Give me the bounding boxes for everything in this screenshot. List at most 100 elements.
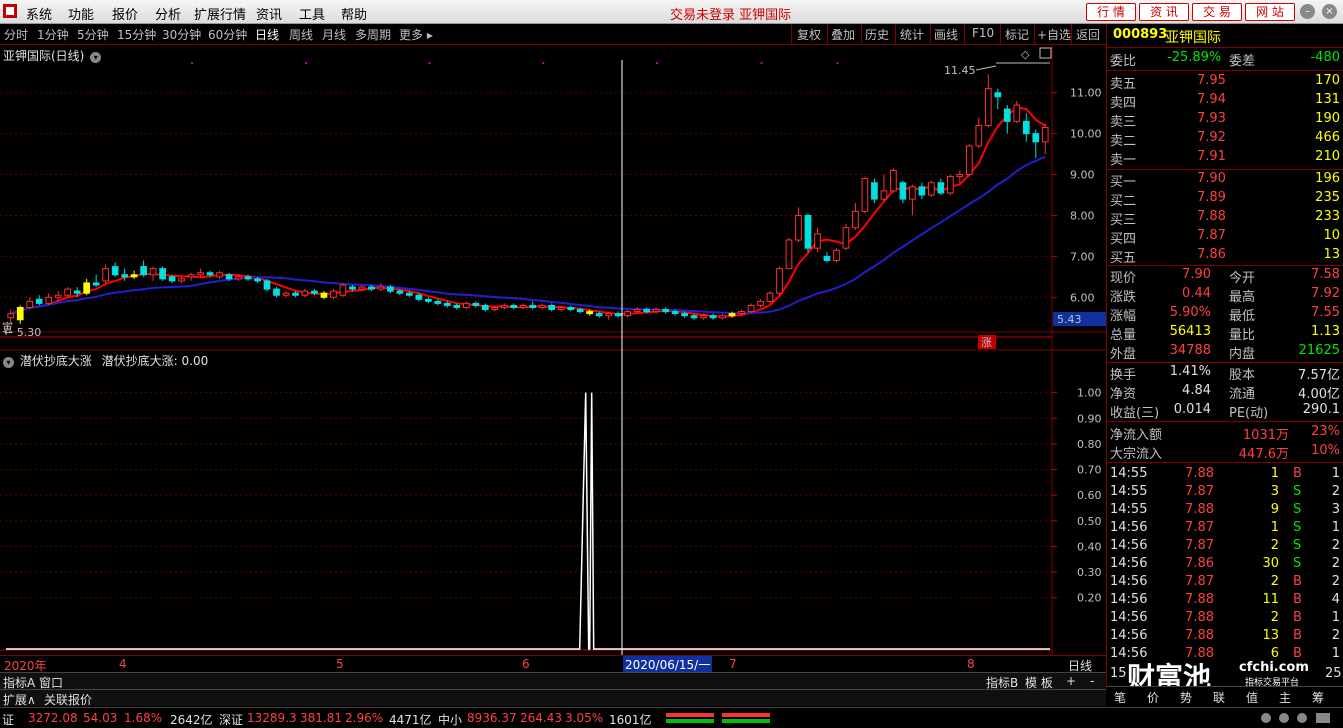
trade-button[interactable]: 交 易 <box>1192 3 1242 21</box>
diamond-icon[interactable]: ◇ <box>1021 48 1030 61</box>
fund-label: 股本 <box>1229 368 1256 383</box>
tool-adjust-button[interactable]: 复权 <box>797 26 821 43</box>
flow-value: 1031万 <box>1242 428 1289 443</box>
tick-price: 7.88 <box>1185 592 1214 607</box>
stat-value: 7.90 <box>1182 267 1211 282</box>
candle-body <box>481 304 489 311</box>
tick-row: 14:56 7.87 2 B 2 <box>1107 574 1343 593</box>
index-sh-pct: 1.68% <box>124 711 163 725</box>
zoom-out-button[interactable]: - <box>1090 674 1094 688</box>
candle-body <box>7 313 15 319</box>
index-sh-name[interactable]: 证 <box>2 711 14 728</box>
tick-volume: 30 <box>1262 556 1279 571</box>
candle-body <box>842 227 850 249</box>
period-weekly[interactable]: 周线 <box>289 26 313 43</box>
price-tick-label: 11.00 <box>1070 87 1102 100</box>
tool-back-button[interactable]: 返回 <box>1076 26 1100 43</box>
tick-volume: 2 <box>1270 538 1279 553</box>
period-60min[interactable]: 60分钟 <box>208 26 247 43</box>
quote-tab[interactable]: 联 <box>1213 689 1225 706</box>
index-sh-price: 3272.08 <box>28 711 78 725</box>
tool-overlay-button[interactable]: 叠加 <box>831 26 855 43</box>
candle-body <box>453 304 461 309</box>
index-sz-price: 13289.3 <box>247 711 297 725</box>
candle-body <box>35 298 43 304</box>
quote-tab[interactable]: 价 <box>1147 689 1159 706</box>
news-button[interactable]: 资 讯 <box>1139 3 1189 21</box>
menu-help[interactable]: 帮助 <box>341 4 367 23</box>
menu-extended-market[interactable]: 扩展行情 <box>194 4 246 23</box>
tool-mark-button[interactable]: 标记 <box>1005 26 1029 43</box>
tick-time: 14:56 <box>1110 538 1148 553</box>
menu-quote[interactable]: 报价 <box>112 4 138 23</box>
tool-f10-button[interactable]: F10 <box>972 26 994 40</box>
flow-pct: 23% <box>1311 424 1340 439</box>
period-1min[interactable]: 1分钟 <box>37 26 69 43</box>
candle-body <box>130 274 138 278</box>
candle-body <box>111 266 119 276</box>
indicator-dropdown-icon[interactable]: ▾ <box>3 357 14 368</box>
minimize-icon[interactable]: – <box>1300 4 1315 19</box>
index-sme-name[interactable]: 中小 <box>438 711 462 728</box>
quote-tab[interactable]: 笔 <box>1114 689 1126 706</box>
quote-tab[interactable]: 筹 <box>1312 689 1324 706</box>
cursor-date-label: 2020/06/15/一 <box>623 656 713 673</box>
tool-draw-button[interactable]: 画线 <box>934 26 958 43</box>
website-button[interactable]: 网 站 <box>1245 3 1295 21</box>
period-30min[interactable]: 30分钟 <box>162 26 201 43</box>
quote-tab[interactable]: 势 <box>1180 689 1192 706</box>
login-status-title: 交易未登录 亚钾国际 <box>670 8 792 23</box>
candle-body <box>975 124 983 147</box>
candle-body <box>330 290 337 298</box>
menu-tools[interactable]: 工具 <box>299 4 325 23</box>
period-daily[interactable]: 日线 <box>255 26 279 43</box>
menu-news[interactable]: 资讯 <box>256 4 282 23</box>
candle-body <box>510 304 518 309</box>
rise-marker: 涨 <box>981 336 992 349</box>
tool-add-watch-button[interactable]: +自选 <box>1037 26 1071 43</box>
maximize-icon[interactable] <box>1039 47 1052 59</box>
bid-price: 7.89 <box>1197 190 1226 205</box>
tick-row: 14:56 7.88 11 B 4 <box>1107 592 1343 611</box>
price-tick-label: 9.00 <box>1070 169 1095 182</box>
tick-volume: 3 <box>1270 484 1279 499</box>
period-monthly[interactable]: 月线 <box>322 26 346 43</box>
kline-chart[interactable]: 5.43 11.45 ← 5.30 寅 涨 ◇ 11.0010.009.008.… <box>0 45 1106 655</box>
stat-label: 涨幅 <box>1110 309 1137 324</box>
price-tick-label: 10.00 <box>1070 128 1102 141</box>
dropdown-icon[interactable]: ▾ <box>90 52 102 63</box>
close-icon[interactable]: × <box>1322 4 1337 19</box>
menu-analysis[interactable]: 分析 <box>155 4 181 23</box>
period-5min[interactable]: 5分钟 <box>77 26 109 43</box>
ask-label: 卖五 <box>1110 77 1137 92</box>
candle-body <box>984 88 992 126</box>
menu-system[interactable]: 系统 <box>26 4 52 23</box>
zoom-in-button[interactable]: + <box>1066 674 1076 688</box>
candle-body <box>928 182 935 196</box>
candle-body <box>1003 108 1011 122</box>
period-tick[interactable]: 分时 <box>4 26 28 43</box>
quote-tab[interactable]: 值 <box>1246 689 1258 706</box>
candle-body <box>899 182 907 200</box>
system-tray-icons[interactable] <box>1260 711 1340 725</box>
menu-function[interactable]: 功能 <box>68 4 94 23</box>
period-toolbar: 分时 1分钟 5分钟 15分钟 30分钟 60分钟 日线 周线 月线 多周期 更… <box>0 24 1106 45</box>
stat-row: 涨幅 5.90% 最低 7.55 <box>1107 305 1343 324</box>
quote-button[interactable]: 行 情 <box>1086 3 1136 21</box>
candle-body <box>728 313 736 317</box>
indicator-tab-row: 指标A 窗口 指标B 模 板 + - <box>0 672 1106 690</box>
tab-related-quote[interactable]: 关联报价 <box>44 691 92 708</box>
quote-tab[interactable]: 主 <box>1279 689 1291 706</box>
period-multi[interactable]: 多周期 <box>355 26 391 43</box>
tool-stats-button[interactable]: 统计 <box>900 26 924 43</box>
candle-body <box>1032 133 1040 143</box>
bid-price: 7.88 <box>1197 209 1226 224</box>
period-15min[interactable]: 15分钟 <box>117 26 156 43</box>
tool-history-button[interactable]: 历史 <box>865 26 889 43</box>
chart-area[interactable]: 5.43 11.45 ← 5.30 寅 涨 ◇ 11.00 10.00 9.00 8.… <box>0 45 1106 655</box>
index-sz-name[interactable]: 深证 <box>219 711 243 728</box>
candle-body <box>918 186 926 196</box>
period-more[interactable]: 更多 ▸ <box>399 26 433 43</box>
weibi-label: 委比 <box>1110 54 1137 69</box>
tab-extend[interactable]: 扩展∧ <box>3 691 36 708</box>
